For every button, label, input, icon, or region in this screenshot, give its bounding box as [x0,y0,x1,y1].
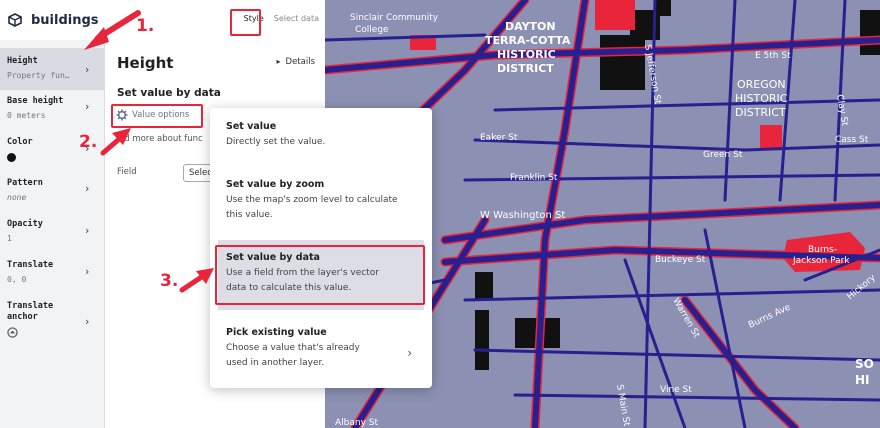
step-label-2: 2. [79,132,98,152]
step-label-3: 3. [160,271,179,291]
annotation-arrows [84,10,214,293]
step-label-1: 1. [136,16,155,36]
